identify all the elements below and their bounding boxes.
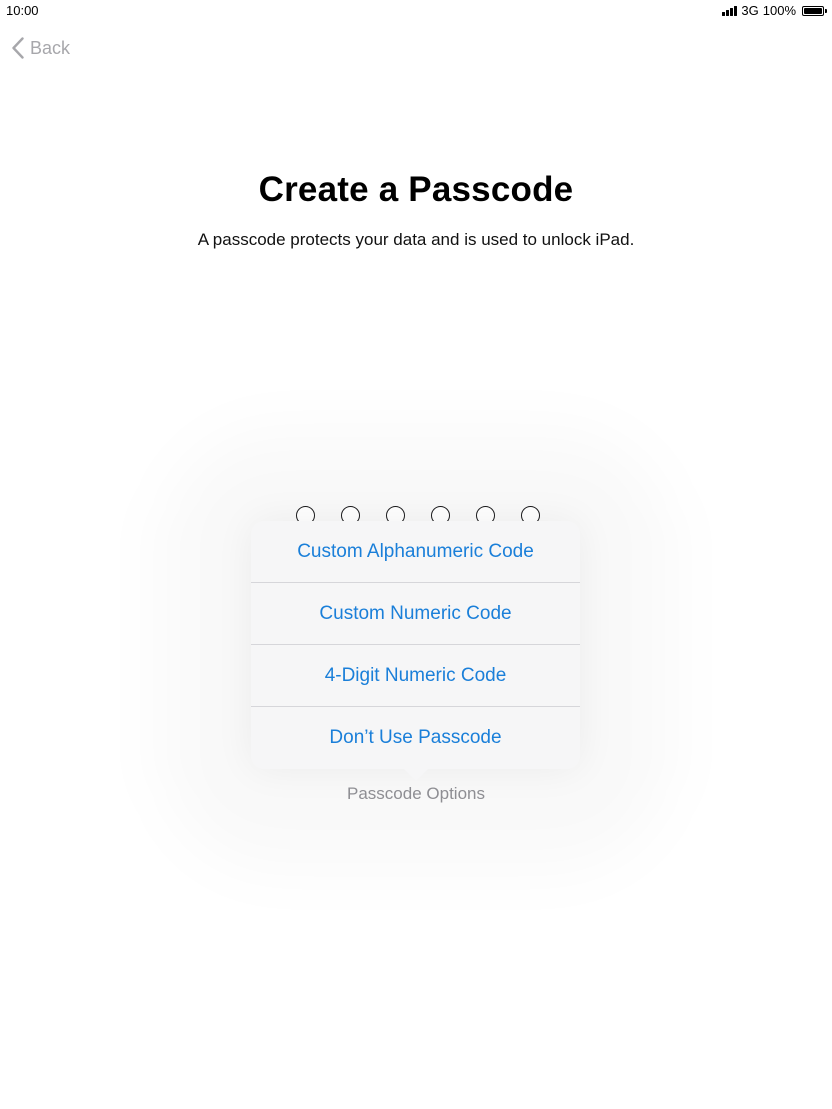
page-title: Create a Passcode bbox=[258, 170, 574, 209]
popover-arrow bbox=[403, 768, 429, 781]
status-bar: 10:00 3G 100% bbox=[0, 0, 832, 22]
option-4-digit-numeric[interactable]: 4-Digit Numeric Code bbox=[251, 645, 580, 707]
status-indicators: 3G 100% bbox=[722, 3, 827, 18]
option-custom-numeric[interactable]: Custom Numeric Code bbox=[251, 583, 580, 645]
passcode-options-popover: Custom Alphanumeric Code Custom Numeric … bbox=[251, 521, 580, 769]
passcode-options-button[interactable]: Passcode Options bbox=[0, 784, 832, 804]
network-type: 3G bbox=[741, 3, 759, 18]
signal-icon bbox=[722, 5, 738, 16]
battery-icon bbox=[802, 5, 827, 16]
status-time: 10:00 bbox=[6, 3, 39, 18]
back-button[interactable]: Back bbox=[12, 37, 70, 59]
chevron-left-icon bbox=[12, 37, 24, 59]
battery-percent: 100% bbox=[762, 3, 796, 18]
back-label: Back bbox=[30, 37, 71, 58]
page-subtitle: A passcode protects your data and is use… bbox=[197, 230, 635, 249]
option-dont-use-passcode[interactable]: Don’t Use Passcode bbox=[251, 707, 580, 769]
option-custom-alphanumeric[interactable]: Custom Alphanumeric Code bbox=[251, 521, 580, 583]
